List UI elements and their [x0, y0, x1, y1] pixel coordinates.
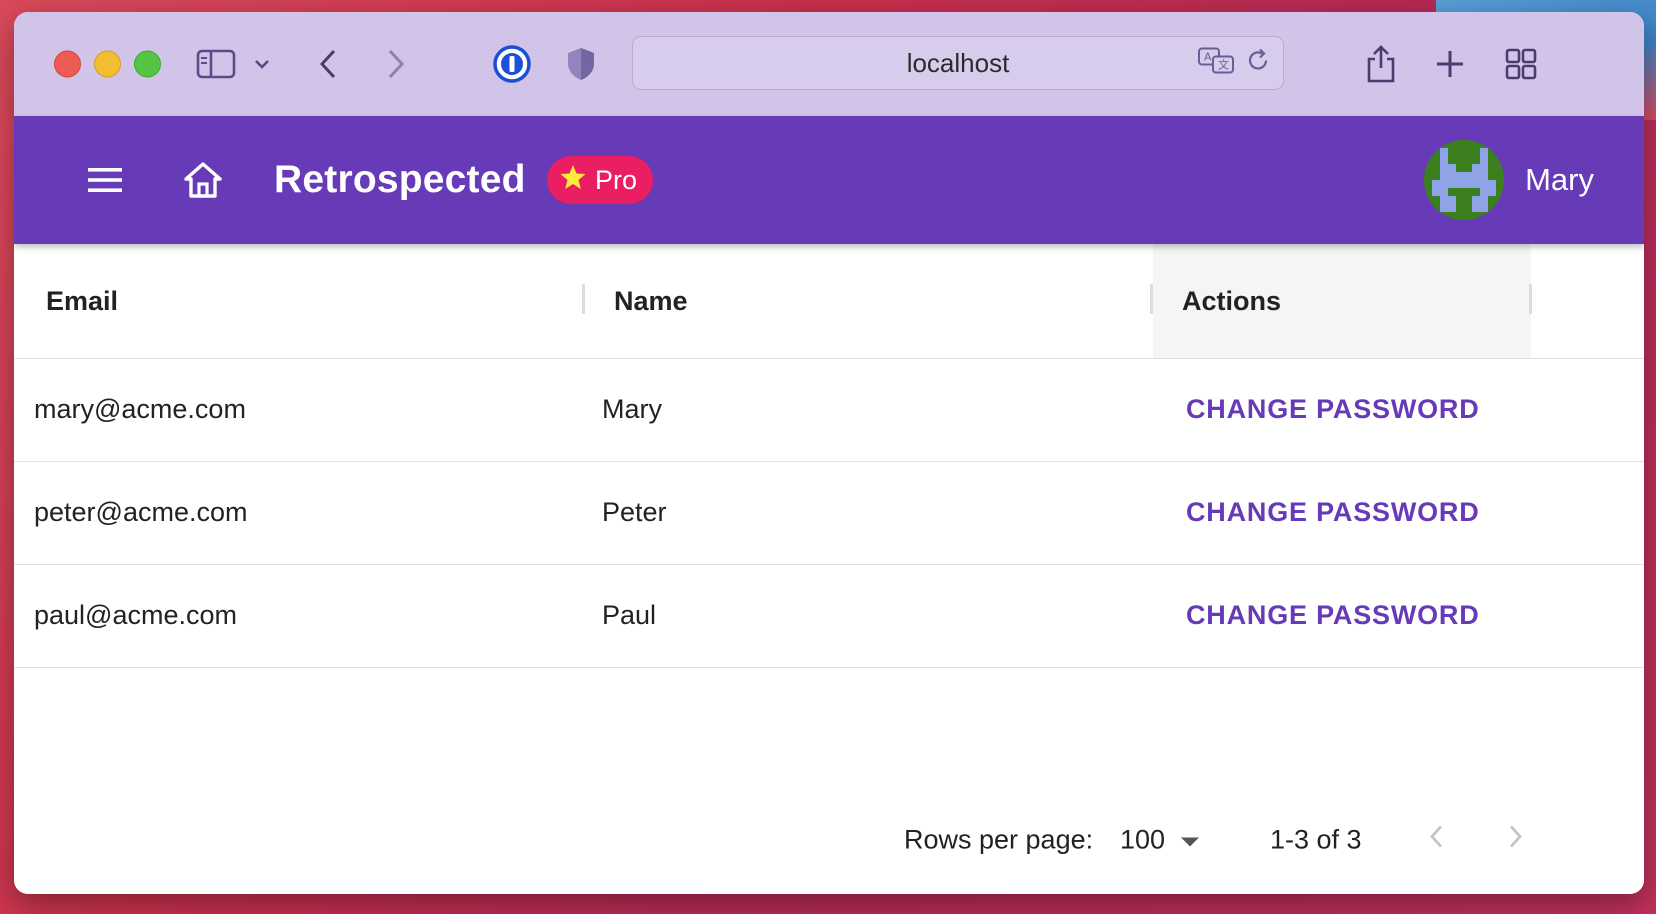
email-cell: peter@acme.com	[34, 497, 248, 527]
svg-text:文: 文	[1218, 58, 1229, 72]
app-bar: Retrospected Pro Mary	[14, 116, 1644, 244]
table-row[interactable]: mary@acme.com Mary CHANGE PASSWORD	[14, 358, 1644, 462]
pro-label: Pro	[595, 164, 638, 195]
close-window-button[interactable]	[54, 50, 81, 78]
password-manager-icon[interactable]	[492, 44, 532, 84]
column-header-email[interactable]: Email	[14, 244, 588, 358]
email-cell: paul@acme.com	[34, 600, 237, 630]
menu-icon[interactable]	[86, 165, 124, 195]
rows-per-page-value: 100	[1120, 824, 1166, 855]
table-row[interactable]: peter@acme.com Peter CHANGE PASSWORD	[14, 461, 1644, 565]
column-header-name[interactable]: Name	[588, 244, 1152, 358]
column-separator[interactable]	[582, 284, 585, 314]
star-icon	[559, 163, 587, 198]
home-icon[interactable]	[182, 160, 224, 200]
url-text: localhost	[906, 47, 1010, 78]
column-header-label: Name	[614, 285, 688, 316]
address-bar[interactable]: localhost A文	[632, 36, 1284, 90]
new-tab-icon[interactable]	[1434, 48, 1466, 80]
table-header: Email Name Actions	[14, 244, 1644, 359]
column-header-label: Actions	[1182, 285, 1282, 316]
tab-overview-icon[interactable]	[1504, 47, 1538, 81]
change-password-button[interactable]: CHANGE PASSWORD	[1186, 358, 1480, 461]
reload-icon[interactable]	[1245, 48, 1271, 79]
rows-per-page-select[interactable]: 100	[1120, 825, 1201, 856]
privacy-shield-icon[interactable]	[566, 46, 596, 82]
change-password-button[interactable]: CHANGE PASSWORD	[1186, 564, 1480, 667]
rows-per-page-label: Rows per page:	[904, 824, 1094, 855]
email-cell: mary@acme.com	[34, 394, 246, 424]
sidebar-icon[interactable]	[196, 49, 236, 79]
zoom-window-button[interactable]	[134, 50, 161, 78]
app-title[interactable]: Retrospected	[274, 158, 526, 202]
chevron-down-icon[interactable]	[252, 57, 272, 71]
pro-badge[interactable]: Pro	[547, 156, 654, 204]
column-header-label: Email	[46, 285, 119, 316]
pagination-range: 1-3 of 3	[1270, 824, 1362, 855]
name-cell: Mary	[602, 394, 662, 424]
avatar[interactable]	[1424, 140, 1504, 220]
share-icon[interactable]	[1364, 44, 1398, 84]
browser-toolbar: localhost A文	[14, 12, 1644, 116]
change-password-button[interactable]: CHANGE PASSWORD	[1186, 461, 1480, 564]
svg-text:A: A	[1204, 51, 1212, 64]
forward-icon[interactable]	[382, 47, 408, 81]
dropdown-arrow-icon	[1179, 825, 1201, 856]
column-separator[interactable]	[1529, 284, 1532, 314]
name-cell: Peter	[602, 497, 667, 527]
minimize-window-button[interactable]	[94, 50, 121, 78]
user-name[interactable]: Mary	[1525, 162, 1594, 198]
previous-page-icon[interactable]	[1426, 822, 1448, 859]
table-row[interactable]: paul@acme.com Paul CHANGE PASSWORD	[14, 564, 1644, 668]
name-cell: Paul	[602, 600, 657, 630]
users-table: Email Name Actions mary@acme.com Mary CH…	[14, 244, 1644, 894]
back-icon[interactable]	[316, 47, 342, 81]
table-pagination: Rows per page: 100 1-3 of 3	[14, 764, 1644, 894]
translate-icon[interactable]: A文	[1197, 46, 1235, 81]
column-header-actions[interactable]: Actions	[1153, 244, 1531, 358]
next-page-icon[interactable]	[1504, 822, 1526, 859]
browser-window: localhost A文 Retrospected Pro Mary Email…	[14, 12, 1644, 894]
